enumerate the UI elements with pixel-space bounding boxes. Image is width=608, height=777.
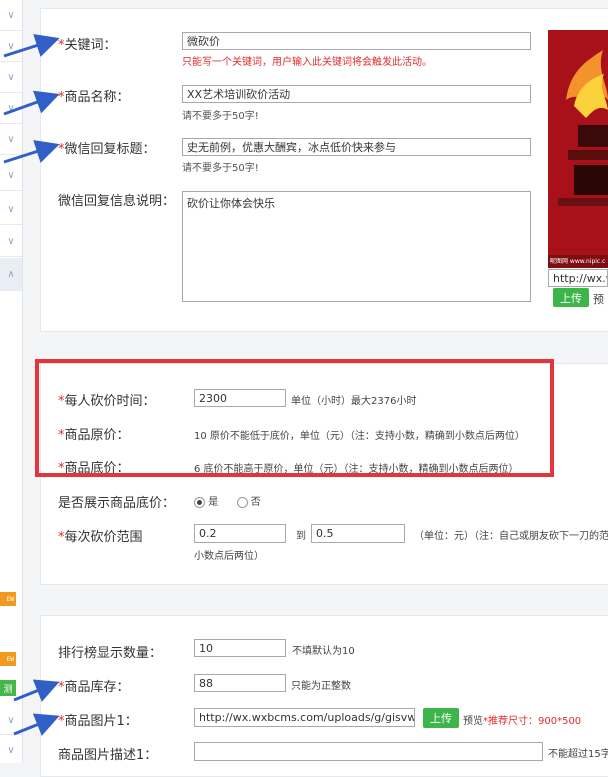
- arrow-keyword: [3, 34, 60, 58]
- arrow-reply-title: [3, 140, 60, 164]
- arrow-product-name: [3, 90, 60, 116]
- annotation-arrows: [3, 34, 60, 736]
- arrow-image1: [13, 713, 60, 736]
- arrow-stock: [13, 679, 60, 702]
